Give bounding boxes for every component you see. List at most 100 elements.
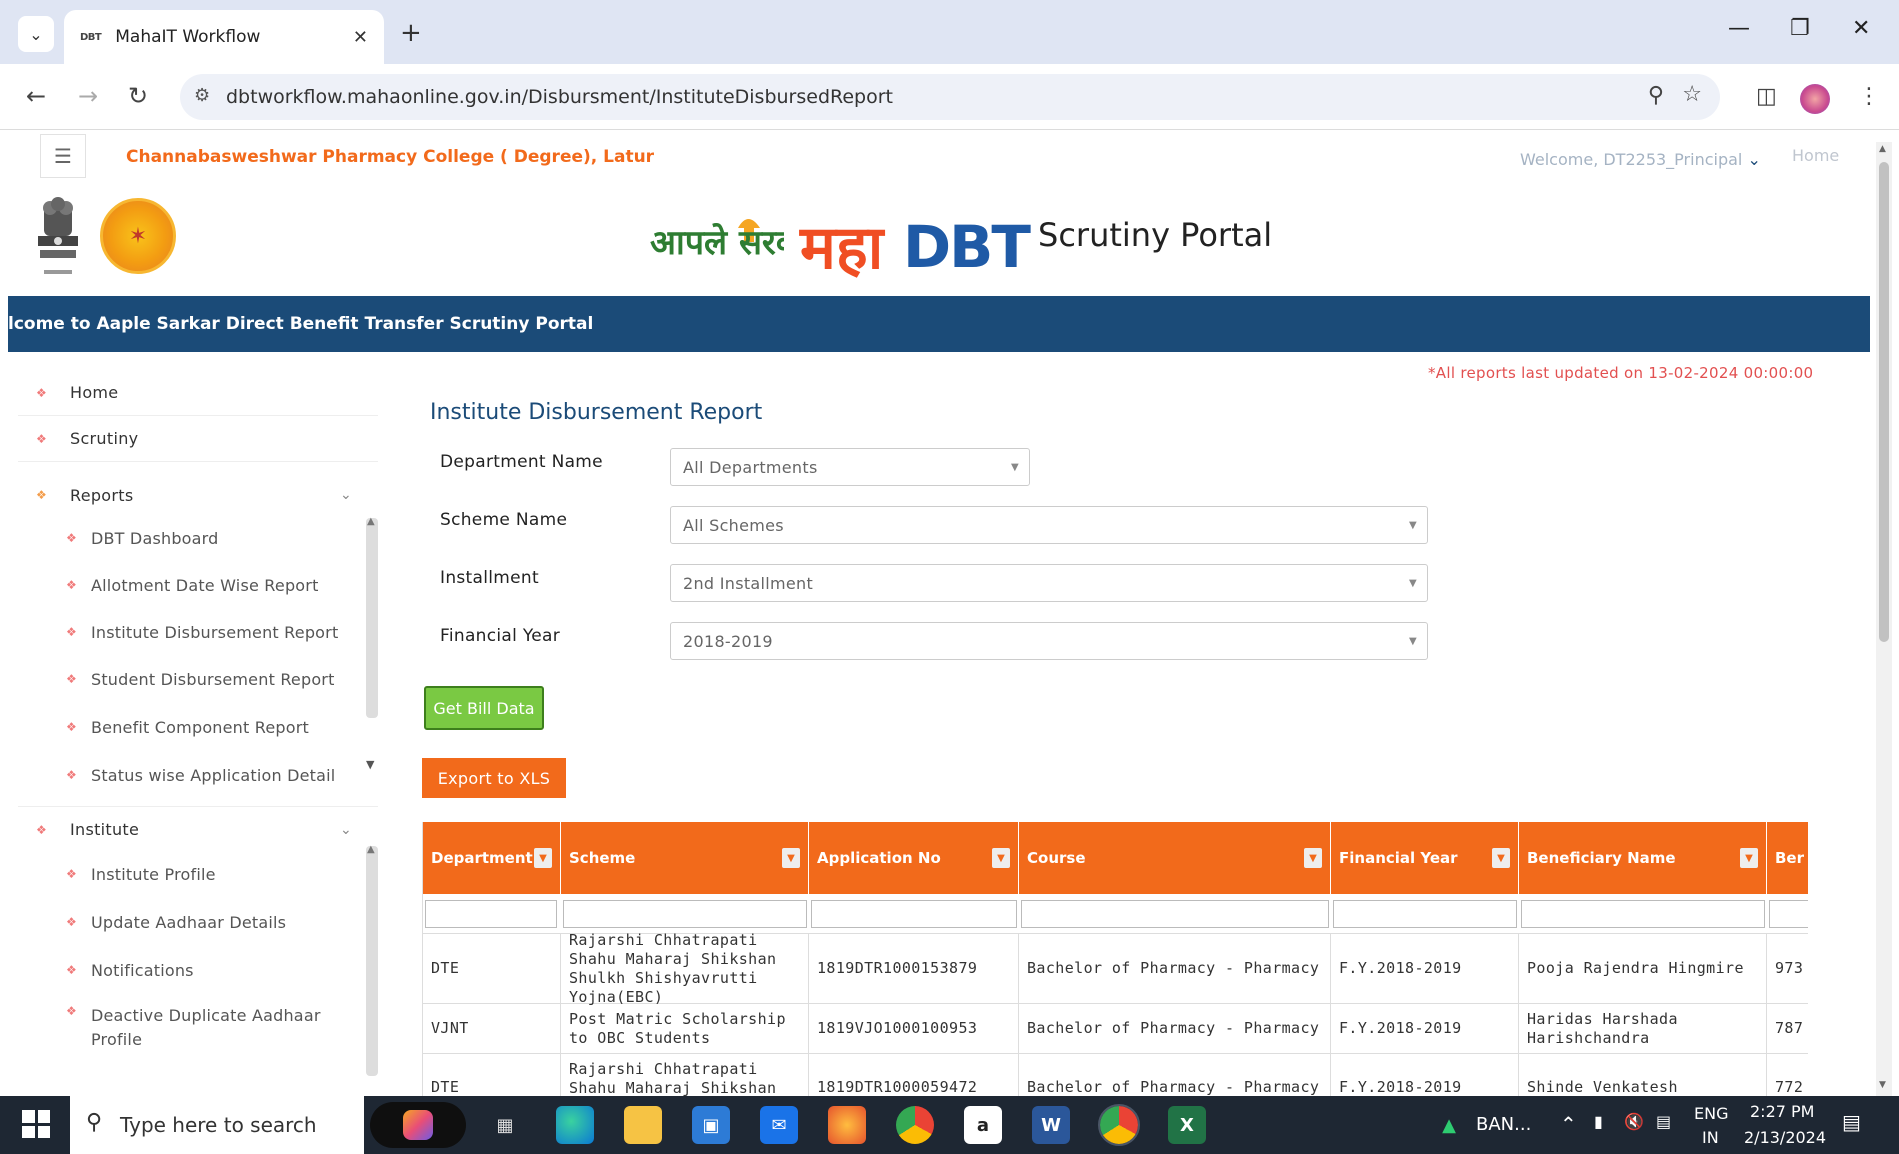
- new-tab-plus-icon[interactable]: +: [400, 18, 422, 48]
- sidebar-subitem-dbt-dashboard[interactable]: ❖ DBT Dashboard: [48, 518, 368, 558]
- installment-select[interactable]: 2nd Installment ▼: [670, 564, 1428, 602]
- copilot-icon[interactable]: [370, 1102, 466, 1148]
- stock-chart-icon[interactable]: ▲: [1430, 1106, 1468, 1144]
- browser-tab[interactable]: DBT MahaIT Workflow ✕: [64, 10, 384, 64]
- column-header-application-no[interactable]: Application No ▼: [809, 822, 1019, 894]
- institute-scrollbar[interactable]: ▲: [366, 844, 378, 1076]
- language-label[interactable]: ENG: [1694, 1104, 1728, 1123]
- department-select[interactable]: All Departments ▼: [670, 448, 1030, 486]
- tab-search-chevron-icon[interactable]: ⌄: [18, 16, 54, 52]
- sidebar-item-institute[interactable]: ❖ Institute ⌄: [18, 806, 378, 852]
- chrome-icon[interactable]: [896, 1106, 934, 1144]
- scroll-down-icon[interactable]: ▼: [366, 758, 374, 771]
- filter-icon[interactable]: ▼: [1304, 848, 1322, 868]
- window-close-icon[interactable]: ✕: [1852, 16, 1870, 41]
- scroll-up-icon[interactable]: ▲: [367, 844, 375, 855]
- filter-input-beneficiary[interactable]: [1521, 900, 1765, 928]
- logo-aaple-text: आपले सरकार: [650, 222, 784, 263]
- tray-chevron-up-icon[interactable]: ⌃: [1560, 1112, 1577, 1136]
- sidebar-item-reports[interactable]: ❖ Reports ⌄: [18, 472, 378, 518]
- forward-arrow-icon[interactable]: →: [78, 82, 98, 110]
- bullet-icon: ❖: [66, 531, 77, 545]
- column-header-scheme[interactable]: Scheme ▼: [561, 822, 809, 894]
- back-arrow-icon[interactable]: ←: [26, 82, 46, 110]
- task-view-icon[interactable]: ▦: [486, 1106, 524, 1144]
- word-icon[interactable]: W: [1032, 1106, 1070, 1144]
- sidebar-subitem-benefit-component[interactable]: ❖ Benefit Component Report: [48, 707, 368, 747]
- scroll-up-icon[interactable]: ▲: [1879, 144, 1886, 154]
- sidebar-item-home[interactable]: ❖ Home: [18, 370, 378, 416]
- tab-close-icon[interactable]: ✕: [353, 27, 368, 48]
- chrome-active-icon[interactable]: [1098, 1104, 1140, 1146]
- sidebar-subitem-student-disbursement[interactable]: ❖ Student Disbursement Report: [48, 659, 368, 699]
- sidebar-subitem-deactive-duplicate[interactable]: ❖ Deactive Duplicate Aadhaar Profile: [48, 998, 368, 1049]
- scroll-down-icon[interactable]: ▼: [1879, 1080, 1886, 1090]
- column-header-beneficiary[interactable]: Beneficiary Name ▼: [1519, 822, 1767, 894]
- stock-ticker-label[interactable]: BAN...: [1476, 1114, 1531, 1135]
- filter-input-application-no[interactable]: [811, 900, 1017, 928]
- edge-icon[interactable]: [556, 1106, 594, 1144]
- export-xls-button[interactable]: Export to XLS: [422, 758, 566, 798]
- cell-extra: 772: [1767, 1054, 1808, 1096]
- restore-icon[interactable]: ❐: [1790, 16, 1810, 41]
- windows-start-icon[interactable]: [22, 1110, 50, 1138]
- column-header-department[interactable]: Department ▼: [423, 822, 561, 894]
- filter-icon[interactable]: ▼: [534, 848, 552, 868]
- sidebar-subitem-institute-disbursement[interactable]: ❖ Institute Disbursement Report: [48, 612, 368, 652]
- mail-icon[interactable]: ✉: [760, 1106, 798, 1144]
- filter-input-extra[interactable]: [1769, 900, 1808, 928]
- firefox-icon[interactable]: [828, 1106, 866, 1144]
- sidebar-subitem-notifications[interactable]: ❖ Notifications: [48, 950, 368, 990]
- filter-input-course[interactable]: [1021, 900, 1329, 928]
- table-row[interactable]: VJNT Post Matric Scholarship to OBC Stud…: [423, 1004, 1808, 1054]
- amazon-icon[interactable]: a: [964, 1106, 1002, 1144]
- profile-avatar[interactable]: [1800, 84, 1830, 114]
- filter-icon[interactable]: ▼: [992, 848, 1010, 868]
- sidebar-subitem-update-aadhaar[interactable]: ❖ Update Aadhaar Details: [48, 902, 368, 942]
- clock-time[interactable]: 2:27 PM: [1750, 1102, 1814, 1121]
- filter-icon[interactable]: ▼: [782, 848, 800, 868]
- filter-input-financial-year[interactable]: [1333, 900, 1517, 928]
- sidebar-subitem-institute-profile[interactable]: ❖ Institute Profile: [48, 854, 368, 894]
- scheme-select[interactable]: All Schemes ▼: [670, 506, 1428, 544]
- reports-scrollbar[interactable]: ▲: [366, 516, 378, 718]
- get-bill-data-button[interactable]: Get Bill Data: [424, 686, 544, 730]
- filter-input-department[interactable]: [425, 900, 557, 928]
- store-icon[interactable]: ▣: [692, 1106, 730, 1144]
- table-row[interactable]: DTE Rajarshi Chhatrapati Shahu Maharaj S…: [423, 931, 1808, 1006]
- sidebar-subitem-allotment-report[interactable]: ❖ Allotment Date Wise Report: [48, 565, 368, 605]
- notifications-icon[interactable]: ▤: [1842, 1110, 1861, 1134]
- scrollbar-thumb[interactable]: [1879, 162, 1889, 642]
- filter-icon[interactable]: ▼: [1492, 848, 1510, 868]
- sidebar-item-label: Reports: [70, 485, 134, 505]
- minimize-icon[interactable]: —: [1728, 16, 1750, 41]
- sidebar-item-scrutiny[interactable]: ❖ Scrutiny: [18, 416, 378, 462]
- file-explorer-icon[interactable]: [624, 1106, 662, 1144]
- battery-icon[interactable]: ▮: [1594, 1112, 1603, 1131]
- network-icon[interactable]: ▤: [1656, 1112, 1671, 1131]
- page-scrollbar[interactable]: ▲ ▼: [1876, 142, 1892, 1096]
- zoom-magnifier-icon[interactable]: ⚲: [1648, 83, 1664, 108]
- side-panel-icon[interactable]: ◫: [1756, 84, 1777, 109]
- sidebar-subitem-label: Allotment Date Wise Report: [90, 575, 319, 595]
- column-header-financial-year[interactable]: Financial Year ▼: [1331, 822, 1519, 894]
- filter-icon[interactable]: ▼: [1740, 848, 1758, 868]
- column-header-extra[interactable]: Ber: [1767, 822, 1808, 894]
- home-link[interactable]: Home: [1792, 146, 1839, 165]
- bookmark-star-icon[interactable]: ☆: [1682, 82, 1702, 107]
- financial-year-select[interactable]: 2018-2019 ▼: [670, 622, 1428, 660]
- sidebar-subitem-status-wise[interactable]: ❖ Status wise Application Detail: [48, 755, 368, 795]
- browser-menu-icon[interactable]: ⋮: [1858, 84, 1880, 109]
- excel-icon[interactable]: X: [1168, 1106, 1206, 1144]
- url-field[interactable]: ⚙ dbtworkflow.mahaonline.gov.in/Disbursm…: [180, 74, 1720, 120]
- taskbar-search-input[interactable]: ⚲ Type here to search: [70, 1096, 364, 1154]
- filter-input-scheme[interactable]: [563, 900, 807, 928]
- welcome-user-dropdown[interactable]: Welcome, DT2253_Principal ⌄: [1520, 150, 1761, 169]
- volume-muted-icon[interactable]: 🔇: [1624, 1112, 1644, 1131]
- column-header-course[interactable]: Course ▼: [1019, 822, 1331, 894]
- site-info-icon[interactable]: ⚙: [194, 85, 210, 106]
- reload-icon[interactable]: ↻: [128, 82, 148, 110]
- scroll-up-icon[interactable]: ▲: [367, 516, 375, 527]
- hamburger-menu-icon[interactable]: ☰: [40, 134, 86, 178]
- table-row[interactable]: DTE Rajarshi Chhatrapati Shahu Maharaj S…: [423, 1054, 1808, 1096]
